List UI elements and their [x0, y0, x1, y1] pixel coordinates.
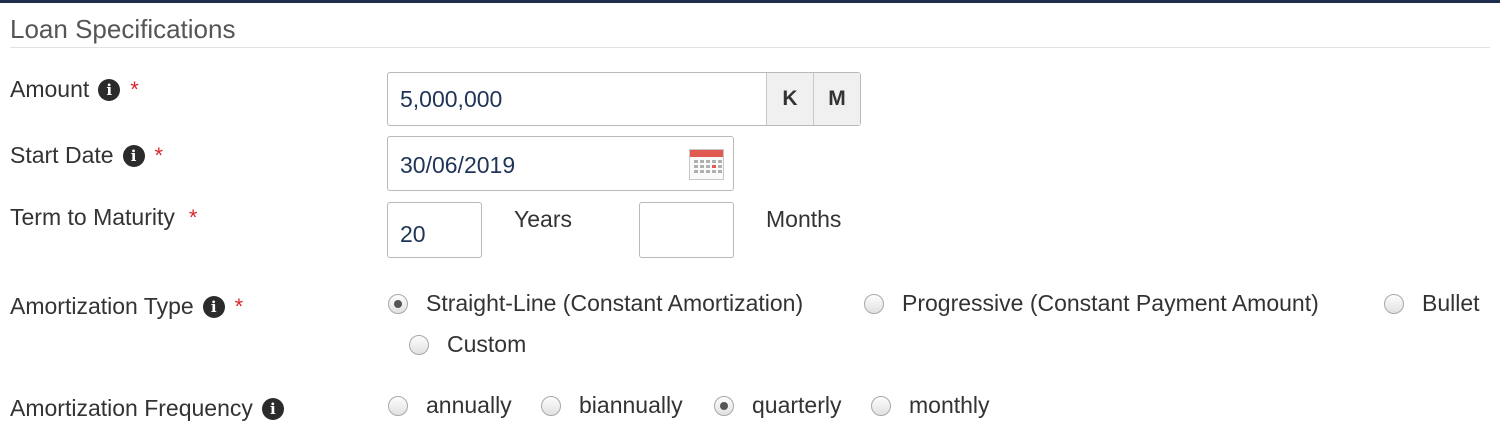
frequency-option-monthly[interactable]: monthly: [871, 392, 990, 419]
calendar-icon[interactable]: [689, 149, 724, 180]
info-icon[interactable]: i: [98, 78, 121, 101]
amount-label: Amount: [10, 76, 90, 102]
option-label: annually: [426, 392, 512, 418]
amortization-frequency-label-row: Amortization Frequency i: [10, 395, 284, 422]
radio-button[interactable]: [388, 293, 408, 314]
amount-value: 5,000,000: [400, 86, 503, 112]
term-label-row: Term to Maturity *: [10, 204, 197, 231]
frequency-option-quarterly[interactable]: quarterly: [714, 392, 841, 419]
required-marker: *: [188, 204, 198, 230]
start-date-value: 30/06/2019: [400, 152, 516, 178]
term-label: Term to Maturity: [10, 204, 175, 230]
start-date-label: Start Date: [10, 142, 114, 168]
option-label: Bullet: [1422, 290, 1480, 316]
radio-button[interactable]: [1384, 293, 1404, 314]
option-label: Custom: [447, 331, 527, 357]
option-label: monthly: [909, 392, 990, 418]
info-icon[interactable]: i: [202, 295, 225, 318]
amortization-type-label-row: Amortization Type i *: [10, 293, 243, 320]
radio-button[interactable]: [388, 395, 408, 416]
amortization-frequency-label: Amortization Frequency: [10, 395, 253, 421]
amount-input[interactable]: 5,000,000: [388, 73, 766, 125]
months-label: Months: [766, 206, 842, 232]
start-date-input[interactable]: 30/06/2019: [387, 136, 734, 191]
section-divider: [10, 47, 1490, 48]
amortization-type-option-straight-line[interactable]: Straight-Line (Constant Amortization): [388, 290, 803, 317]
top-border: [0, 0, 1500, 3]
amortization-type-option-custom[interactable]: Custom: [409, 331, 526, 358]
option-label: Progressive (Constant Payment Amount): [902, 290, 1319, 316]
option-label: quarterly: [752, 392, 842, 418]
required-marker: *: [154, 142, 164, 168]
years-label: Years: [514, 206, 572, 232]
frequency-option-annually[interactable]: annually: [388, 392, 512, 419]
years-input[interactable]: 20: [387, 202, 482, 258]
info-icon[interactable]: i: [122, 144, 145, 167]
section-title: Loan Specifications: [10, 14, 236, 44]
frequency-option-biannually[interactable]: biannually: [541, 392, 683, 419]
info-icon[interactable]: i: [261, 397, 284, 420]
months-input[interactable]: [639, 202, 734, 258]
start-date-label-row: Start Date i *: [10, 142, 163, 169]
amortization-type-option-bullet[interactable]: Bullet: [1384, 290, 1480, 317]
years-value: 20: [400, 221, 426, 247]
required-marker: *: [130, 76, 139, 102]
amortization-type-label: Amortization Type: [10, 293, 194, 319]
option-label: Straight-Line (Constant Amortization): [426, 290, 804, 316]
amortization-type-option-progressive[interactable]: Progressive (Constant Payment Amount): [864, 290, 1319, 317]
radio-button[interactable]: [714, 395, 734, 416]
radio-button[interactable]: [864, 293, 884, 314]
required-marker: *: [234, 293, 244, 319]
radio-button[interactable]: [409, 334, 429, 355]
amount-label-row: Amount i *: [10, 76, 139, 103]
radio-button[interactable]: [871, 395, 891, 416]
amount-input-group: 5,000,000 K M: [387, 72, 861, 126]
thousands-button[interactable]: K: [766, 73, 813, 125]
millions-button[interactable]: M: [813, 73, 860, 125]
option-label: biannually: [579, 392, 683, 418]
radio-button[interactable]: [541, 395, 561, 416]
